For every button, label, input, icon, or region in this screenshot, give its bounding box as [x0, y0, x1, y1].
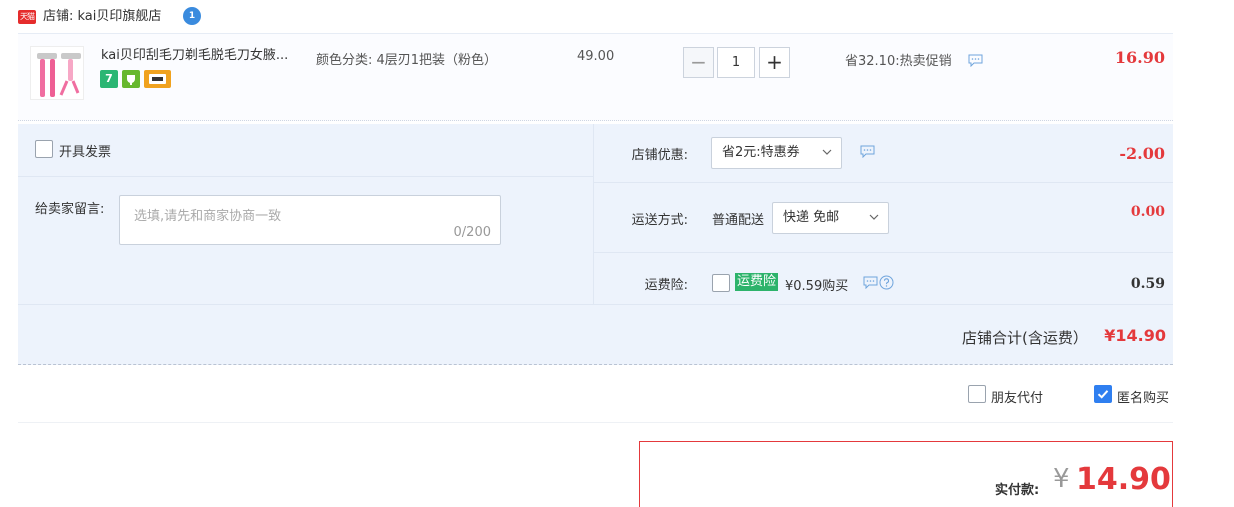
product-title[interactable]: kai贝印刮毛刀剃毛脱毛刀女腋...	[101, 47, 306, 65]
shipping-insurance-amount: 0.59	[1130, 276, 1165, 292]
divider	[594, 182, 1173, 183]
actual-payment-amount: 14.90	[1076, 462, 1171, 497]
promo-comment-icon[interactable]	[968, 54, 983, 71]
divider	[593, 124, 594, 304]
quality-guarantee-icon[interactable]	[122, 70, 140, 88]
chevron-down-icon	[869, 214, 879, 220]
actual-payment-label: 实付款:	[995, 483, 1040, 498]
divider	[18, 304, 1173, 305]
unit-price: 49.00	[577, 49, 615, 64]
credit-card-icon[interactable]	[144, 70, 171, 88]
message-char-count: 0/200	[453, 225, 491, 240]
promo-text: 省32.10:热卖促销	[845, 54, 952, 69]
product-badges: 7	[100, 70, 171, 88]
tmall-logo: 天猫	[18, 10, 36, 24]
shipping-insurance-price: ¥0.59购买	[785, 279, 849, 294]
friend-pay-checkbox[interactable]	[968, 385, 986, 403]
chevron-down-icon	[822, 149, 832, 155]
razor-image-icon	[37, 53, 81, 97]
store-chat-icon[interactable]: 1	[183, 7, 201, 25]
seller-message-input[interactable]: 选填,请先和商家协商一致 0/200	[119, 195, 501, 245]
seller-message-label: 给卖家留言:	[35, 202, 105, 217]
shipping-select-value: 快递 免邮	[783, 210, 840, 225]
divider	[18, 422, 1173, 423]
divider	[18, 176, 593, 177]
quantity-stepper: − 1 +	[683, 46, 790, 78]
anonymous-purchase-label[interactable]: 匿名购买	[1117, 387, 1169, 406]
coupon-discount-amount: -2.00	[1119, 144, 1165, 163]
shipping-select[interactable]: 快递 免邮	[772, 202, 889, 234]
insurance-comment-icon[interactable]	[863, 276, 878, 289]
coupon-comment-icon[interactable]	[860, 145, 875, 162]
increase-quantity-button[interactable]: +	[759, 46, 790, 78]
shipping-method: 普通配送	[712, 213, 765, 228]
shipping-insurance-checkbox[interactable]	[712, 274, 730, 292]
checkmark-icon	[1097, 390, 1109, 399]
order-options-panel: 开具发票 给卖家留言: 选填,请先和商家协商一致 0/200 店铺优惠: 省2元…	[18, 124, 1173, 365]
product-row: kai贝印刮毛刀剃毛脱毛刀女腋... 7 颜色分类: 4层刃1把装（粉色） 49…	[18, 33, 1173, 121]
product-thumbnail[interactable]	[30, 46, 84, 100]
shipping-label: 运送方式:	[631, 213, 688, 228]
invoice-label[interactable]: 开具发票	[59, 141, 111, 160]
quantity-input[interactable]: 1	[717, 46, 755, 78]
store-coupon-select[interactable]: 省2元:特惠券	[711, 137, 842, 169]
sku-info: 颜色分类: 4层刃1把装（粉色）	[316, 53, 498, 68]
store-total-label: 店铺合计(含运费）	[962, 329, 1088, 347]
decrease-quantity-button[interactable]: −	[683, 46, 714, 78]
friend-pay-label[interactable]: 朋友代付	[991, 387, 1043, 406]
anonymous-purchase-checkbox[interactable]	[1094, 385, 1112, 403]
store-name[interactable]: 店铺: kai贝印旗舰店	[43, 9, 161, 25]
store-coupon-value: 省2元:特惠券	[722, 145, 800, 160]
seller-message-placeholder: 选填,请先和商家协商一致	[134, 209, 282, 224]
seven-day-return-icon[interactable]: 7	[100, 70, 118, 88]
help-question-icon[interactable]	[879, 275, 894, 290]
shipping-insurance-badge: 运费险	[735, 273, 779, 291]
invoice-checkbox[interactable]	[35, 140, 53, 158]
divider	[594, 252, 1173, 253]
store-total-amount: ¥14.90	[1104, 326, 1166, 345]
insurance-icons	[863, 275, 894, 290]
item-total-price: 16.90	[1114, 48, 1165, 67]
payment-summary-box: 实付款: ¥ 14.90	[639, 441, 1173, 507]
shipping-amount: 0.00	[1130, 204, 1165, 220]
payment-currency: ¥	[1053, 464, 1070, 494]
shipping-insurance-label: 运费险:	[644, 278, 688, 293]
store-coupon-label: 店铺优惠:	[631, 148, 688, 163]
